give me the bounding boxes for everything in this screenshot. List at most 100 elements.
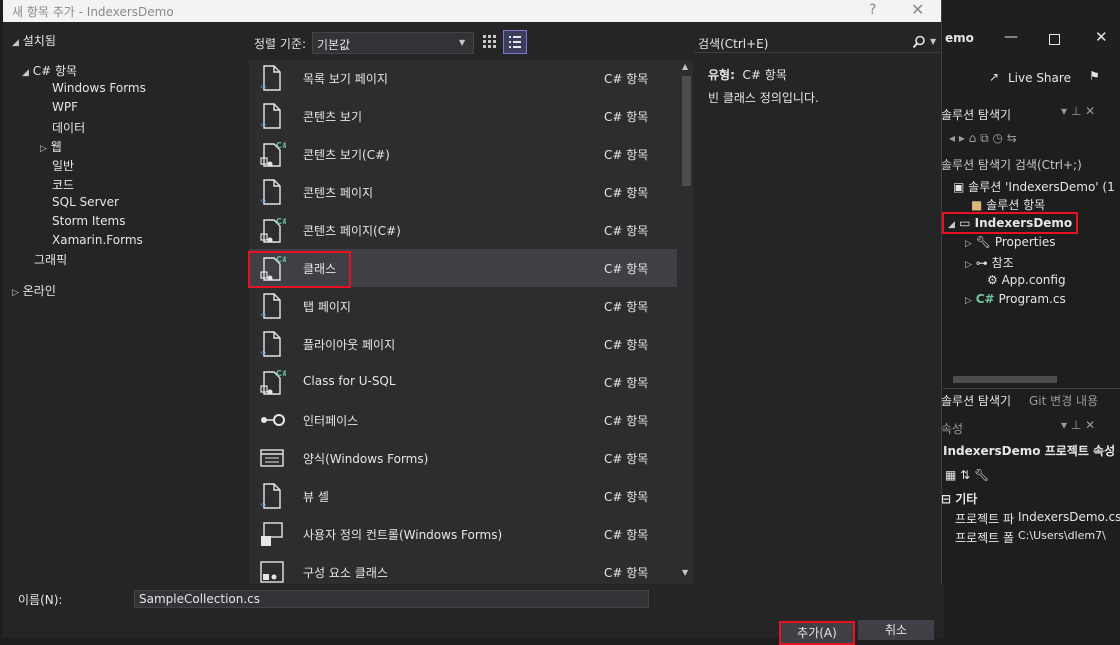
tree-item-general[interactable]: 일반 bbox=[52, 157, 74, 174]
template-type: C# 항목 bbox=[604, 72, 649, 86]
properties-window: 속성 ▾ ⊥ ✕ IndexersDemo 프로젝트 속성 ▦ ⇅ 🔧︎ ⊟ 기… bbox=[941, 414, 1120, 554]
search-icon[interactable] bbox=[912, 35, 926, 49]
tree-installed[interactable]: ◢ 설치됨 bbox=[12, 32, 56, 49]
template-row[interactable]: ‹› 탭 페이지 C# 항목 bbox=[249, 287, 677, 325]
solution-label: 솔루션 'IndexersDemo' (1 bbox=[968, 180, 1115, 194]
props-toolbar[interactable]: ▦ ⇅ 🔧︎ bbox=[945, 468, 989, 482]
tab-git-changes[interactable]: Git 변경 내용 bbox=[1029, 392, 1098, 409]
grid-view-icon bbox=[483, 35, 496, 48]
template-row[interactable]: C# 콘텐츠 보기(C#) C# 항목 bbox=[249, 135, 677, 173]
scroll-thumb[interactable] bbox=[682, 76, 691, 186]
tree-item-storm-items[interactable]: Storm Items bbox=[52, 214, 125, 228]
references-icon: ⊶ bbox=[975, 256, 988, 270]
tree-item-graphics[interactable]: 그래픽 bbox=[34, 251, 67, 268]
svg-text:‹›: ‹› bbox=[260, 120, 266, 129]
tree-item-windows-forms[interactable]: Windows Forms bbox=[52, 81, 146, 95]
se-properties[interactable]: ▷ 🔧︎ Properties bbox=[965, 235, 1055, 249]
name-input[interactable] bbox=[134, 590, 649, 608]
se-solution-items[interactable]: ■ 솔루션 항목 bbox=[971, 196, 1045, 213]
tree-item-xamarin-forms[interactable]: Xamarin.Forms bbox=[52, 233, 143, 247]
template-row[interactable]: 사용자 정의 컨트롤(Windows Forms) C# 항목 bbox=[249, 515, 677, 553]
template-row[interactable]: ‹› 플라이아웃 페이지 C# 항목 bbox=[249, 325, 677, 363]
search-input[interactable]: 검색(Ctrl+E) ▼ bbox=[694, 32, 939, 53]
close-icon[interactable]: ✕ bbox=[911, 0, 924, 19]
se-references[interactable]: ▷ ⊶ 참조 bbox=[965, 254, 1014, 271]
props-pin-icon[interactable]: ▾ ⊥ ✕ bbox=[1061, 418, 1095, 432]
template-name: 탭 페이지 bbox=[303, 300, 351, 314]
page-icon: ‹› bbox=[260, 331, 281, 357]
tree-item-sql-server[interactable]: SQL Server bbox=[52, 195, 119, 209]
template-row[interactable]: 양식(Windows Forms) C# 항목 bbox=[249, 439, 677, 477]
se-tabs: 솔루션 탐색기 Git 변경 내용 bbox=[941, 388, 1120, 411]
live-share-icon[interactable]: ↗ bbox=[989, 70, 999, 84]
se-program-cs[interactable]: ▷ C# Program.cs bbox=[965, 292, 1066, 306]
tree-item-code[interactable]: 코드 bbox=[52, 176, 74, 193]
template-type: C# 항목 bbox=[604, 528, 649, 542]
minimize-icon[interactable]: — bbox=[1004, 29, 1018, 45]
csharp-file-icon: C# bbox=[975, 292, 995, 306]
sort-dropdown[interactable]: 기본값 ▼ bbox=[312, 32, 474, 54]
page-icon: ‹› bbox=[260, 103, 281, 129]
se-search-input[interactable]: 솔루션 탐색기 검색(Ctrl+;) bbox=[941, 156, 1082, 173]
grid-view-button[interactable] bbox=[478, 30, 500, 52]
template-row[interactable]: C# 콘텐츠 페이지(C#) C# 항목 bbox=[249, 211, 677, 249]
se-project-node[interactable]: ◢ ▭ IndexersDemo bbox=[948, 216, 1072, 230]
csharp-class-icon: C# bbox=[260, 141, 286, 167]
template-name: 목록 보기 페이지 bbox=[303, 72, 388, 86]
template-row[interactable]: ‹› 뷰 셀 C# 항목 bbox=[249, 477, 677, 515]
tree-item-wpf[interactable]: WPF bbox=[52, 100, 78, 114]
se-solution-node[interactable]: ▣ 솔루션 'IndexersDemo' (1 bbox=[953, 178, 1115, 195]
props-category-label: 기타 bbox=[955, 492, 978, 506]
template-type: C# 항목 bbox=[604, 300, 649, 314]
tree-item-web[interactable]: ▷ 웹 bbox=[40, 138, 62, 155]
search-dropdown-icon[interactable]: ▼ bbox=[930, 37, 936, 46]
folder-icon: ■ bbox=[971, 198, 983, 212]
template-row[interactable]: ‹› 콘텐츠 보기 C# 항목 bbox=[249, 97, 677, 135]
add-button[interactable]: 추가(A) bbox=[779, 621, 855, 645]
tab-solution-explorer[interactable]: 솔루션 탐색기 bbox=[941, 392, 1011, 409]
search-placeholder: 검색(Ctrl+E) bbox=[698, 37, 769, 51]
vs-title-text: emo bbox=[945, 31, 974, 45]
se-app-config[interactable]: ⚙ App.config bbox=[987, 273, 1066, 287]
collapsed-icon: ▷ bbox=[12, 288, 19, 298]
se-toolbar[interactable]: ◂ ▸ ⌂ ⧉ ◷ ⇆ bbox=[949, 131, 1017, 146]
live-share-button[interactable]: Live Share bbox=[1008, 71, 1071, 85]
svg-text:‹›: ‹› bbox=[260, 82, 266, 91]
feedback-icon[interactable]: ⚑ bbox=[1089, 69, 1100, 83]
page-icon: ‹› bbox=[260, 179, 281, 205]
template-type: C# 항목 bbox=[604, 186, 649, 200]
sort-value: 기본값 bbox=[317, 38, 351, 52]
list-view-button[interactable] bbox=[503, 30, 527, 54]
tree-online[interactable]: ▷ 온라인 bbox=[12, 282, 56, 299]
vs-close-icon[interactable]: ✕ bbox=[1095, 28, 1108, 46]
template-name: 사용자 정의 컨트롤(Windows Forms) bbox=[303, 528, 503, 542]
template-row[interactable]: C# Class for U-SQL C# 항목 bbox=[249, 363, 677, 401]
tree-item-data[interactable]: 데이터 bbox=[52, 119, 85, 136]
help-icon[interactable]: ? bbox=[869, 2, 876, 18]
props-title: 속성 bbox=[941, 422, 964, 436]
expand-icon: ◢ bbox=[948, 220, 955, 230]
web-label: 웹 bbox=[50, 140, 62, 154]
tree-csharp-items[interactable]: ◢ C# 항목 bbox=[22, 62, 77, 79]
se-hscroll-thumb[interactable] bbox=[953, 376, 1057, 383]
template-row[interactable]: 인터페이스 C# 항목 bbox=[249, 401, 677, 439]
csharp-class-icon: C# bbox=[260, 369, 286, 395]
se-pin-icon[interactable]: ▾ ⊥ ✕ bbox=[1061, 104, 1095, 118]
template-type: C# 항목 bbox=[604, 148, 649, 162]
props-object[interactable]: IndexersDemo 프로젝트 속성 bbox=[943, 442, 1115, 459]
detail-type: 유형: C# 항목 bbox=[708, 66, 787, 83]
scroll-up-icon[interactable]: ▲ bbox=[682, 62, 688, 71]
interface-icon bbox=[261, 414, 285, 426]
page-icon: ‹› bbox=[260, 483, 281, 509]
cancel-button[interactable]: 취소 bbox=[858, 620, 934, 640]
se-hscrollbar[interactable] bbox=[943, 374, 1113, 384]
program-cs-label: Program.cs bbox=[998, 292, 1066, 306]
template-row[interactable]: ‹› 콘텐츠 페이지 C# 항목 bbox=[249, 173, 677, 211]
template-name: 콘텐츠 보기(C#) bbox=[303, 148, 390, 162]
maximize-icon[interactable] bbox=[1049, 34, 1060, 45]
template-row[interactable]: 구성 요소 클래스 C# 항목 bbox=[249, 553, 677, 584]
installed-label: 설치됨 bbox=[22, 34, 56, 48]
name-label: 이름(N): bbox=[18, 593, 63, 607]
template-row[interactable]: ‹› 목록 보기 페이지 C# 항목 bbox=[249, 60, 677, 97]
scroll-down-icon[interactable]: ▼ bbox=[682, 568, 688, 577]
